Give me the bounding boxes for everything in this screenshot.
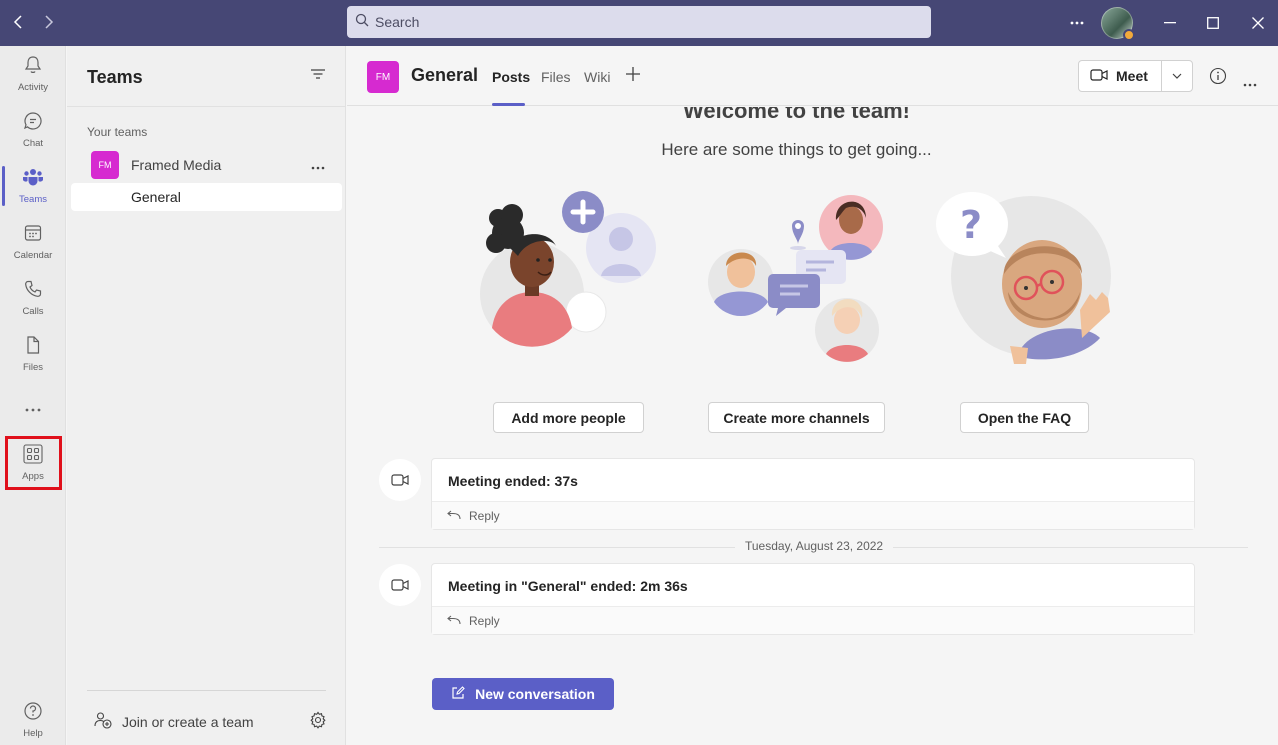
teams-panel: Teams Your teams FM Framed Media General… bbox=[67, 46, 346, 745]
maximize-icon[interactable] bbox=[1198, 0, 1228, 46]
message-text: Meeting in "General" ended: 2m 36s bbox=[448, 578, 688, 594]
back-arrow-icon[interactable] bbox=[9, 12, 29, 32]
apps-highlight-box bbox=[5, 436, 62, 490]
message-card: Meeting in "General" ended: 2m 36s Reply bbox=[431, 563, 1195, 635]
add-tab-icon[interactable] bbox=[625, 66, 641, 87]
join-label: Join or create a team bbox=[122, 713, 254, 730]
rail-item-chat[interactable]: Chat bbox=[0, 104, 66, 156]
info-icon[interactable] bbox=[1209, 67, 1227, 90]
team-name: Framed Media bbox=[131, 157, 222, 173]
video-camera-icon bbox=[1090, 68, 1108, 85]
user-avatar[interactable] bbox=[1101, 7, 1135, 41]
search-placeholder: Search bbox=[375, 14, 420, 30]
section-label: Your teams bbox=[87, 125, 148, 139]
join-create-team-button[interactable]: Join or create a team bbox=[94, 711, 254, 732]
more-options-icon[interactable] bbox=[1062, 0, 1092, 46]
message-card: Meeting ended: 37s Reply bbox=[431, 458, 1195, 530]
meet-label: Meet bbox=[1116, 68, 1148, 84]
meet-now-button[interactable]: Meet bbox=[1079, 61, 1163, 91]
add-people-icon bbox=[94, 711, 112, 732]
minimize-icon[interactable] bbox=[1155, 0, 1185, 46]
gear-icon[interactable] bbox=[309, 711, 327, 734]
tab-wiki[interactable]: Wiki bbox=[584, 69, 610, 85]
channel-title: General bbox=[411, 65, 479, 85]
more-apps-icon[interactable] bbox=[0, 384, 66, 436]
compose-icon bbox=[451, 685, 465, 703]
channel-header: FM General Posts Files Wiki Meet bbox=[347, 46, 1278, 106]
reply-arrow-icon bbox=[447, 614, 461, 628]
bell-icon bbox=[23, 55, 43, 80]
add-more-people-button[interactable]: Add more people bbox=[493, 402, 644, 433]
file-icon bbox=[23, 335, 43, 360]
channel-name: General bbox=[131, 189, 181, 205]
rail-item-teams[interactable]: Teams bbox=[0, 160, 66, 212]
open-faq-button[interactable]: Open the FAQ bbox=[960, 402, 1089, 433]
rail-item-help[interactable]: Help bbox=[0, 694, 66, 745]
rail-label: Activity bbox=[17, 82, 49, 93]
chevron-down-icon[interactable] bbox=[1162, 73, 1192, 79]
tab-files[interactable]: Files bbox=[541, 69, 571, 85]
reply-label: Reply bbox=[469, 613, 500, 628]
app-rail: Activity Chat Teams Calendar Calls Files bbox=[0, 46, 66, 745]
title-bar: Search bbox=[0, 0, 1278, 46]
rail-label: Calls bbox=[22, 306, 44, 317]
create-channels-illustration bbox=[706, 190, 888, 373]
svg-text:?: ? bbox=[960, 203, 982, 247]
create-more-channels-button[interactable]: Create more channels bbox=[708, 402, 885, 433]
message-text: Meeting ended: 37s bbox=[448, 473, 578, 489]
rail-label: Calendar bbox=[13, 250, 53, 261]
presence-status-icon bbox=[1123, 29, 1135, 41]
channel-team-avatar: FM bbox=[367, 61, 399, 93]
chat-icon bbox=[23, 111, 43, 136]
rail-label: Chat bbox=[22, 138, 44, 149]
rail-item-calls[interactable]: Calls bbox=[0, 272, 66, 324]
team-item-framed-media[interactable]: FM Framed Media bbox=[91, 151, 341, 179]
search-icon bbox=[355, 13, 369, 32]
video-camera-icon bbox=[379, 459, 421, 501]
search-input[interactable]: Search bbox=[347, 6, 931, 38]
help-icon bbox=[23, 701, 43, 726]
new-conversation-button[interactable]: New conversation bbox=[432, 678, 614, 710]
filter-icon[interactable] bbox=[310, 67, 326, 86]
reply-label: Reply bbox=[469, 508, 500, 523]
faq-illustration: ? bbox=[932, 188, 1117, 373]
team-more-options-icon[interactable] bbox=[311, 157, 325, 175]
rail-item-files[interactable]: Files bbox=[0, 328, 66, 380]
panel-title: Teams bbox=[87, 67, 143, 87]
close-icon[interactable] bbox=[1243, 0, 1273, 46]
reply-button[interactable]: Reply bbox=[432, 501, 1194, 529]
rail-label: Files bbox=[22, 362, 44, 373]
active-tab-indicator bbox=[492, 103, 525, 106]
date-separator-label: Tuesday, August 23, 2022 bbox=[735, 539, 894, 553]
welcome-subtitle: Here are some things to get going... bbox=[661, 140, 932, 159]
tab-posts[interactable]: Posts bbox=[492, 69, 530, 85]
rail-label: Teams bbox=[19, 194, 47, 205]
channel-more-options-icon[interactable] bbox=[1243, 74, 1257, 92]
divider bbox=[87, 690, 326, 691]
calendar-icon bbox=[23, 223, 43, 248]
meet-button[interactable]: Meet bbox=[1078, 60, 1193, 92]
reply-arrow-icon bbox=[447, 509, 461, 523]
rail-label: Help bbox=[23, 728, 43, 739]
channel-item-general[interactable]: General bbox=[71, 183, 342, 211]
add-people-illustration bbox=[478, 188, 658, 353]
divider bbox=[67, 106, 346, 107]
new-conversation-label: New conversation bbox=[475, 686, 595, 702]
rail-item-activity[interactable]: Activity bbox=[0, 48, 66, 100]
team-avatar: FM bbox=[91, 151, 119, 179]
teams-icon bbox=[22, 167, 44, 192]
rail-item-calendar[interactable]: Calendar bbox=[0, 216, 66, 268]
phone-icon bbox=[23, 279, 43, 304]
reply-button[interactable]: Reply bbox=[432, 606, 1194, 634]
forward-arrow-icon[interactable] bbox=[38, 12, 58, 32]
video-camera-icon bbox=[379, 564, 421, 606]
